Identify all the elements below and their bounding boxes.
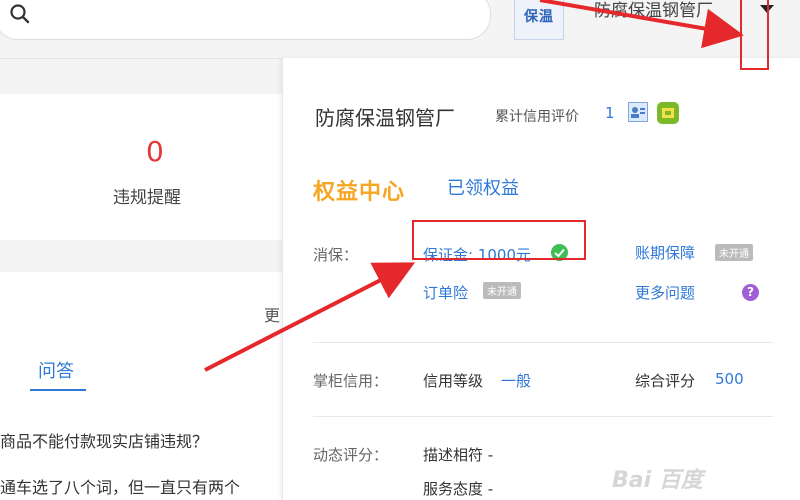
status-badge: 未开通 xyxy=(483,282,521,299)
divider xyxy=(313,342,773,343)
search-input[interactable] xyxy=(0,0,491,40)
section-band xyxy=(0,59,290,94)
credit-value[interactable]: 1 xyxy=(605,104,615,122)
credit-level-value[interactable]: 一般 xyxy=(501,370,531,391)
more-link[interactable]: 更 xyxy=(264,302,280,326)
shop-dropdown-panel: 防腐保温钢管厂 累计信用评价 1 权益中心 已领权益 消保： 保证金: 1000… xyxy=(282,58,800,500)
violation-count[interactable]: 0 xyxy=(146,135,164,168)
section-band xyxy=(0,240,290,272)
claimed-benefits-link[interactable]: 已领权益 xyxy=(447,174,519,200)
benefits-center-title[interactable]: 权益中心 xyxy=(313,174,405,206)
dynamic-rating-label: 动态评分： xyxy=(313,446,389,464)
shop-logo[interactable]: 保温 xyxy=(514,0,564,40)
credit-label: 累计信用评价 xyxy=(495,109,579,125)
left-content: 0 违规提醒 更 问答 商品不能付款现实店铺违规？ 通车选了八个词，但一直只有两… xyxy=(0,59,290,500)
baidu-watermark: Bai 百度 xyxy=(612,468,703,493)
violation-label[interactable]: 违规提醒 xyxy=(113,183,181,208)
shopkeeper-credit-label: 掌柜信用： xyxy=(313,372,389,390)
list-item[interactable]: 商品不能付款现实店铺违规？ xyxy=(0,428,208,452)
overall-score-value[interactable]: 500 xyxy=(715,370,744,388)
divider xyxy=(313,416,773,417)
annotation-box-deposit xyxy=(412,220,586,260)
account-protection-link[interactable]: 账期保障 xyxy=(635,242,695,263)
xiaobao-label: 消保： xyxy=(313,246,359,264)
service-attitude-rating: 服务态度 - xyxy=(423,480,494,498)
top-bar: 保温 防腐保温钢管厂 xyxy=(0,0,800,59)
credit-level-label: 信用等级 xyxy=(423,372,484,390)
search-icon[interactable] xyxy=(9,3,31,25)
question-icon[interactable]: ? xyxy=(742,284,759,301)
shop-name-top[interactable]: 防腐保温钢管厂 xyxy=(594,0,713,22)
status-badge: 未开通 xyxy=(715,244,753,261)
order-insurance-link[interactable]: 订单险 xyxy=(423,282,468,303)
annotation-box-dropdown xyxy=(740,0,769,70)
overall-score-label: 综合评分 xyxy=(635,372,696,390)
verified-shop-icon[interactable] xyxy=(657,102,679,124)
id-badge-icon[interactable] xyxy=(628,102,648,122)
panel-shop-name[interactable]: 防腐保温钢管厂 xyxy=(315,102,455,131)
tab-qa[interactable]: 问答 xyxy=(38,357,74,383)
list-item[interactable]: 通车选了八个词，但一直只有两个 xyxy=(0,474,240,498)
tab-active-indicator xyxy=(30,389,86,391)
more-questions-link[interactable]: 更多问题 xyxy=(635,282,695,303)
desc-match-rating: 描述相符 - xyxy=(423,446,494,464)
